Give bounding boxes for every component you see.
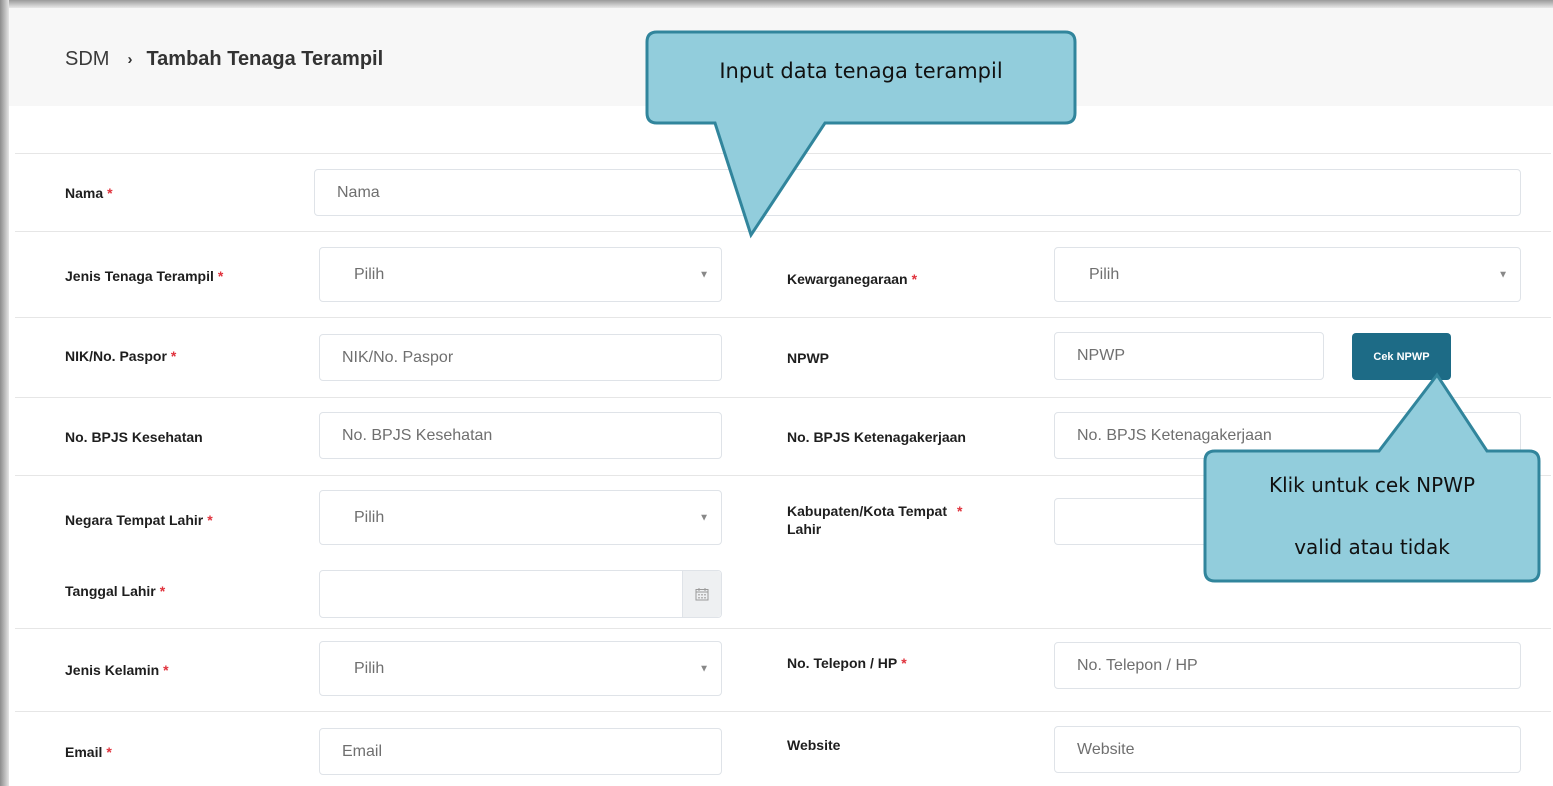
divider bbox=[15, 711, 1551, 712]
breadcrumb-root[interactable]: SDM bbox=[65, 48, 109, 71]
label-bpjs-kesehatan: No. BPJS Kesehatan bbox=[65, 429, 203, 445]
label-npwp: NPWP bbox=[787, 350, 829, 366]
divider bbox=[15, 317, 1551, 318]
caret-down-icon: ▼ bbox=[1498, 269, 1508, 280]
npwp-input[interactable] bbox=[1054, 332, 1324, 380]
callout-cek-npwp-line2: valid atau tidak bbox=[1294, 535, 1450, 559]
label-jenis-tenaga: Jenis Tenaga Terampil * bbox=[65, 268, 224, 284]
jenis-tenaga-select[interactable]: Pilih ▼ bbox=[319, 247, 722, 302]
divider bbox=[15, 153, 1551, 154]
callout-input-data-text: Input data tenaga terampil bbox=[719, 59, 1003, 83]
bpjs-ketenagakerjaan-input[interactable] bbox=[1054, 412, 1521, 459]
divider bbox=[15, 231, 1551, 232]
label-kota-lahir: Kabupaten/Kota Tempat * Lahir bbox=[787, 503, 963, 537]
select-value: Pilih bbox=[354, 659, 385, 677]
page-header: SDM › Tambah Tenaga Terampil bbox=[9, 8, 1553, 106]
label-nik: NIK/No. Paspor * bbox=[65, 348, 177, 364]
nama-input[interactable] bbox=[314, 169, 1521, 216]
label-nama: Nama * bbox=[65, 185, 113, 201]
screenshot-frame-top bbox=[0, 0, 1553, 8]
nik-input[interactable] bbox=[319, 334, 722, 381]
caret-down-icon: ▼ bbox=[699, 512, 709, 523]
callout-cek-npwp-line1: Klik untuk cek NPWP bbox=[1268, 473, 1476, 497]
bpjs-kesehatan-input[interactable] bbox=[319, 412, 722, 459]
label-telepon: No. Telepon / HP * bbox=[787, 655, 907, 671]
select-value: Pilih bbox=[1089, 265, 1120, 283]
chevron-right-icon: › bbox=[127, 51, 133, 68]
select-value: Pilih bbox=[354, 508, 385, 526]
page: SDM › Tambah Tenaga Terampil Nama* Jenis… bbox=[9, 8, 1553, 786]
tanggal-lahir-input[interactable] bbox=[319, 570, 722, 618]
negara-lahir-select[interactable]: Pilih ▼ bbox=[319, 490, 722, 545]
label-website: Website bbox=[787, 737, 841, 753]
label-negara-lahir: Negara Tempat Lahir * bbox=[65, 512, 213, 528]
calendar-icon[interactable] bbox=[682, 571, 721, 617]
label-tanggal-lahir: Tanggal Lahir * bbox=[65, 583, 166, 599]
cek-npwp-button[interactable]: Cek NPWP bbox=[1352, 333, 1451, 380]
breadcrumb: SDM › Tambah Tenaga Terampil bbox=[65, 48, 383, 71]
screenshot-frame-left bbox=[0, 0, 9, 786]
label-jenis-kelamin: Jenis Kelamin * bbox=[65, 662, 169, 678]
website-input[interactable] bbox=[1054, 726, 1521, 773]
label-bpjs-ketenagakerjaan: No. BPJS Ketenagakerjaan bbox=[787, 429, 966, 445]
email-input[interactable] bbox=[319, 728, 722, 775]
jenis-kelamin-select[interactable]: Pilih ▼ bbox=[319, 641, 722, 696]
telepon-input[interactable] bbox=[1054, 642, 1521, 689]
label-email: Email * bbox=[65, 744, 112, 760]
divider bbox=[15, 628, 1551, 629]
caret-down-icon: ▼ bbox=[699, 663, 709, 674]
caret-down-icon: ▼ bbox=[699, 269, 709, 280]
kewarganegaraan-select[interactable]: Pilih ▼ bbox=[1054, 247, 1521, 302]
label-kewarganegaraan: Kewarganegaraan * bbox=[787, 271, 918, 287]
divider bbox=[15, 397, 1551, 398]
select-value: Pilih bbox=[354, 265, 385, 283]
page-title: Tambah Tenaga Terampil bbox=[146, 48, 384, 70]
